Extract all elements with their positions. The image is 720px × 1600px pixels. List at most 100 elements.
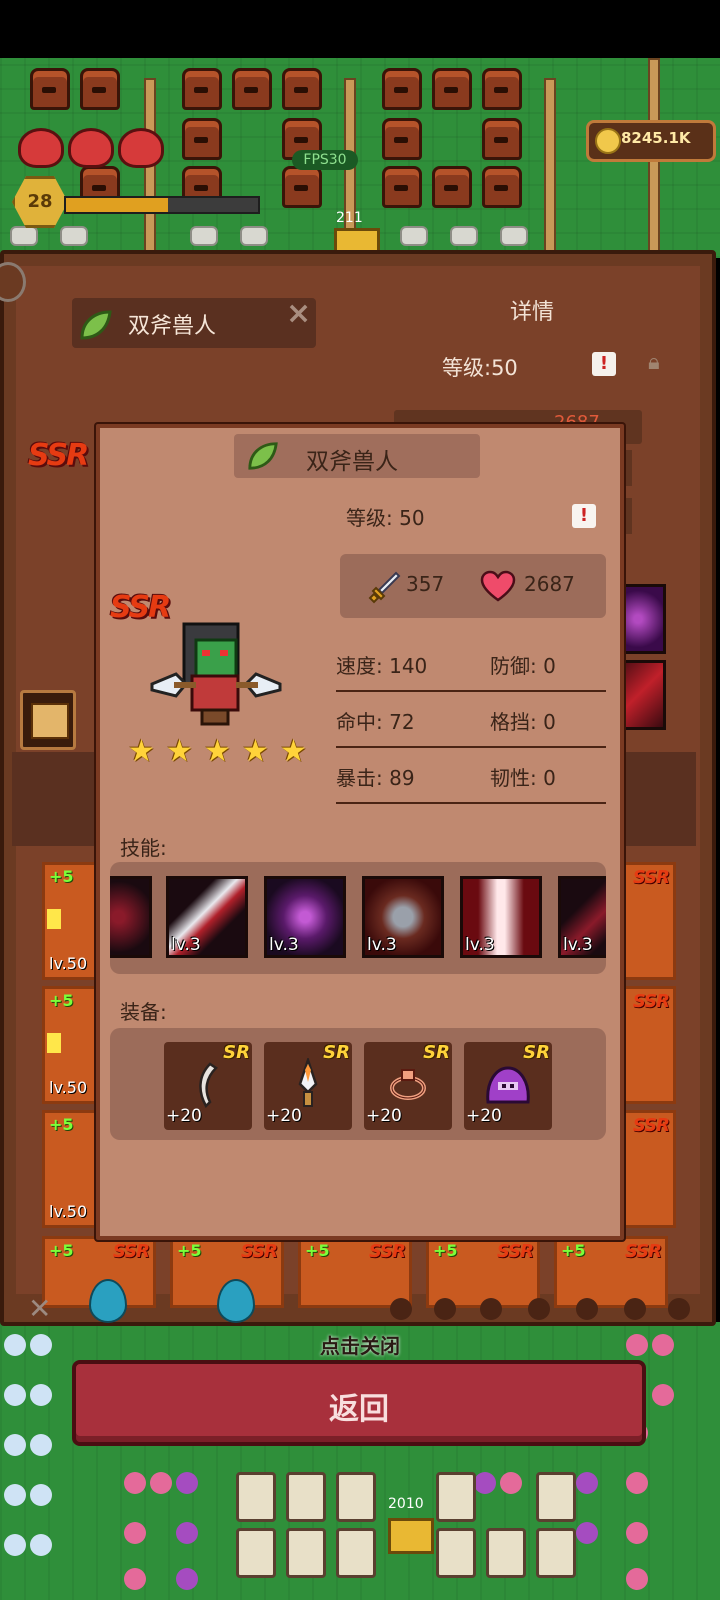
ssr-rarity-badge: SSR — [240, 1241, 278, 1262]
water-filter-icon[interactable] — [480, 1298, 502, 1320]
flower — [150, 1472, 172, 1494]
element-filter-icon[interactable] — [390, 1298, 412, 1320]
stat-row: 命中: 72 格挡: 0 — [336, 690, 606, 748]
flower — [124, 1522, 146, 1544]
xp-bar-fill — [66, 198, 168, 212]
flower — [30, 1534, 52, 1556]
tree-stump — [232, 68, 272, 110]
equipment-slot[interactable]: SR +20 — [364, 1042, 452, 1130]
flower — [4, 1534, 26, 1556]
nature-filter-icon[interactable] — [576, 1298, 598, 1320]
sr-rarity-badge: SR — [423, 1042, 450, 1063]
hero-detail-popup: 双斧兽人 等级: 50 ! 357 2687 SSR ★ ★ ★ ★ ★ 速度:… — [96, 424, 624, 1240]
shield-bell-skill-icon[interactable]: lv.3 — [362, 876, 444, 958]
path-stone — [240, 226, 268, 246]
purple-vortex-skill-icon[interactable]: lv.3 — [264, 876, 346, 958]
sr-rarity-badge: SR — [323, 1042, 350, 1063]
tree-stump — [30, 68, 70, 110]
purple-slime-icon — [486, 1066, 530, 1104]
sr-rarity-badge: SR — [223, 1042, 250, 1063]
stat-row: 暴击: 89 韧性: 0 — [336, 746, 606, 804]
path-stone — [10, 226, 38, 246]
stat-row: 速度: 140 防御: 0 — [336, 634, 606, 692]
tree-stump — [482, 166, 522, 208]
skill-level: lv.3 — [367, 935, 397, 955]
tree-stump — [482, 68, 522, 110]
path-stone — [450, 226, 478, 246]
gold-amount: 8245.1K — [621, 129, 691, 147]
upgrade-bonus: +5 — [177, 1241, 202, 1260]
light-filter-icon[interactable] — [624, 1298, 646, 1320]
back-button[interactable]: 返回 — [72, 1360, 646, 1446]
book-icon[interactable] — [20, 690, 76, 750]
star-icon: ★ — [204, 734, 231, 769]
leaf-icon — [80, 310, 112, 340]
earth-filter-icon[interactable] — [528, 1298, 550, 1320]
upgrade-bonus: +5 — [49, 867, 74, 886]
flower — [124, 1472, 146, 1494]
flower — [626, 1568, 648, 1590]
flower — [576, 1522, 598, 1544]
flower — [4, 1484, 26, 1506]
leaf-icon — [248, 442, 278, 470]
crit-stat: 暴击: 89 — [336, 766, 415, 790]
flower — [652, 1384, 674, 1406]
ssr-rarity-badge: SSR — [368, 1241, 406, 1262]
skills-strip[interactable]: lv.3 lv.3 lv.3 lv.3 lv.3 — [110, 862, 606, 974]
lock-icon[interactable]: 🔒︎ — [648, 350, 660, 375]
beehive — [536, 1472, 576, 1522]
flower — [4, 1434, 26, 1456]
flower — [30, 1434, 52, 1456]
ssr-rarity-badge: SSR — [112, 1241, 150, 1262]
flower — [176, 1568, 198, 1590]
heart-icon — [68, 128, 114, 168]
beehive — [436, 1528, 476, 1578]
dark-filter-icon[interactable] — [668, 1298, 690, 1320]
equipment-slot[interactable]: SR +20 — [464, 1042, 552, 1130]
alert-icon[interactable]: ! — [592, 352, 616, 376]
alert-icon[interactable]: ! — [572, 504, 596, 528]
skills-label: 技能: — [120, 836, 167, 860]
blood-pillar-skill-icon[interactable]: lv.3 — [460, 876, 542, 958]
upgrade-bonus: +5 — [561, 1241, 586, 1260]
flower — [474, 1472, 496, 1494]
flower — [30, 1484, 52, 1506]
xp-bar — [64, 196, 260, 214]
beehive — [336, 1472, 376, 1522]
scythe-skill-icon[interactable] — [110, 876, 152, 958]
treasure-chest-icon[interactable] — [388, 1518, 434, 1554]
beehive — [536, 1528, 576, 1578]
sr-rarity-badge: SR — [523, 1042, 550, 1063]
beehive — [236, 1528, 276, 1578]
equipment-label: 装备: — [120, 1000, 167, 1024]
path-stone — [500, 226, 528, 246]
beehive — [286, 1528, 326, 1578]
heart-icon — [118, 128, 164, 168]
skill-level: lv.3 — [563, 935, 593, 955]
bone-blade-icon — [199, 1062, 218, 1108]
close-icon[interactable]: ✕ — [28, 1292, 51, 1325]
tree-stump — [432, 166, 472, 208]
level-label: 等级:50 — [442, 356, 518, 380]
dark-claw-skill-icon[interactable]: lv.3 — [558, 876, 606, 958]
tap-to-close-hint[interactable]: 点击关闭 — [0, 1330, 720, 1359]
path-stone — [190, 226, 218, 246]
flag-icon — [47, 909, 61, 929]
bloody-blade-skill-icon[interactable]: lv.3 — [166, 876, 248, 958]
clear-icon[interactable]: × — [286, 296, 311, 331]
equipment-slot[interactable]: SR +20 — [164, 1042, 252, 1130]
fire-filter-icon[interactable] — [434, 1298, 456, 1320]
equipment-slot[interactable]: SR +20 — [264, 1042, 352, 1130]
flower — [176, 1522, 198, 1544]
dagger-icon — [298, 1058, 318, 1107]
hero-name: 双斧兽人 — [128, 314, 217, 339]
star-icon: ★ — [280, 734, 307, 769]
gold-counter[interactable]: 8245.1K — [586, 120, 716, 162]
ring-icon — [390, 1069, 426, 1100]
equipment-bonus: +20 — [266, 1106, 302, 1126]
flower — [124, 1568, 146, 1590]
flower — [626, 1522, 648, 1544]
tree-stump — [382, 118, 422, 160]
upgrade-bonus: +5 — [49, 1241, 74, 1260]
hero-name-chip[interactable]: 双斧兽人 × — [72, 296, 316, 348]
